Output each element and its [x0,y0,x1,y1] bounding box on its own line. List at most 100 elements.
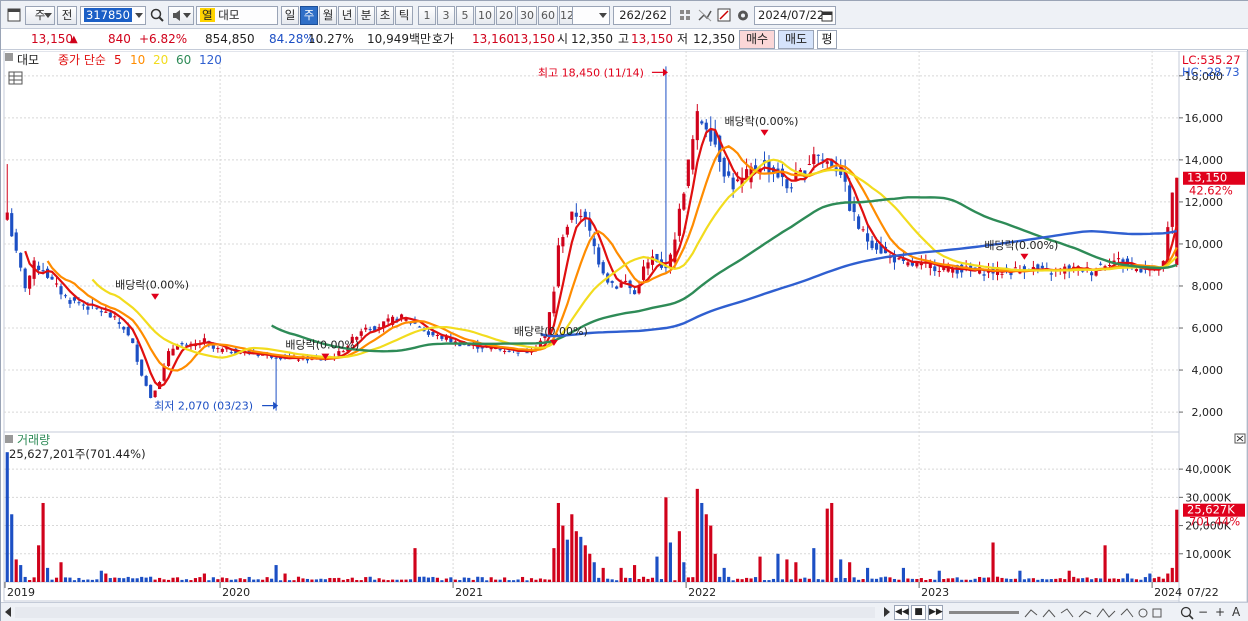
candle-body [95,307,99,309]
volume-bar [32,577,36,582]
volume-bar [758,556,762,582]
window-icon[interactable] [5,6,23,25]
candle-body [601,262,605,274]
volume-bar [122,578,126,582]
expand-icon[interactable] [696,6,714,25]
volume-bar [54,577,59,582]
count-input[interactable]: 262/262 [613,6,671,25]
volume-bar [512,580,516,582]
volume-bar [1143,577,1147,582]
scroll-left-icon[interactable] [5,607,11,617]
interval-button[interactable]: 30 [517,6,537,25]
table-icon [8,71,23,85]
speed-slider[interactable] [949,611,1019,614]
period-button[interactable]: 월 [319,6,337,25]
volume-bar [135,578,139,582]
magnifier-icon[interactable] [1179,605,1195,621]
volume-bar [19,565,23,582]
candle-body [852,203,856,213]
stock-code-input[interactable]: 317850 [80,6,146,25]
candle-body [704,122,708,130]
zoom-in-button[interactable]: + [1215,605,1225,620]
scroll-track[interactable] [15,607,875,618]
candle-body [1049,273,1053,275]
volume-bar [915,578,919,582]
speaker-select[interactable] [168,6,194,25]
candle-body [1099,263,1103,265]
volume-bar [762,580,767,582]
stop-icon[interactable]: ■ [911,605,926,620]
volume-bar [1099,578,1103,582]
volume-bar [310,579,314,582]
period-button[interactable]: 분 [357,6,375,25]
volume-bar [63,577,68,582]
market-type-select[interactable]: 주 [25,6,55,25]
volume-bar [659,579,664,582]
volume-bar [480,577,484,582]
trade-amount: 10,949백만 [367,32,432,46]
volume-bar [1045,579,1049,582]
legend-period-5: 5 [114,53,122,67]
interval-select[interactable] [572,6,610,25]
scale-hc-label: HC:-28.73 [1182,65,1240,79]
volume-bar [861,579,865,582]
sell-button[interactable]: 매도 [778,30,814,49]
interval-button[interactable]: 20 [496,6,516,25]
volume-bar [391,579,395,582]
volume-title: 거래량 [17,433,50,447]
edit-icon[interactable] [715,6,733,25]
volume-bar [964,579,968,582]
candle-body [37,265,41,270]
evaluate-button[interactable]: 평 [817,30,837,49]
candle-body [59,286,63,295]
volume-bar [991,542,995,582]
period-button[interactable]: 틱 [395,6,413,25]
prev-button[interactable]: 전 [57,6,77,25]
volume-bar [175,577,180,582]
date-input[interactable]: 2024/07/22 [754,6,836,25]
dividend-label: 배당락(0.00%) [514,325,588,338]
interval-button[interactable]: 10 [475,6,495,25]
zoom-out-button[interactable]: − [1198,605,1208,620]
candle-body [104,311,108,313]
volume-bar [1022,579,1026,582]
volume-bar [924,579,928,582]
period-button[interactable]: 일 [281,6,299,25]
rewind-icon[interactable]: ◀◀ [894,605,909,620]
chart-window: 주 전 317850 열 대모 일주월년분초틱 1 3 5 10 20 30 60 120 2… [0,0,1248,621]
scroll-right-icon[interactable] [884,607,890,617]
chart-canvas[interactable]: 2019 2020 2021 2022 2023 2024 07/22 2,000 4,000 6… [1,51,1248,602]
candle-body [81,304,85,306]
interval-button[interactable]: 1 [418,6,436,25]
volume-bar [955,577,959,582]
volume-bar [72,580,77,582]
legend-period-120: 120 [199,53,222,67]
volume-value: 854,850 [205,32,255,46]
legend-prefix: 종가 단순 [58,53,106,67]
volume-bar [1130,578,1134,582]
volume-bar [1116,578,1121,582]
grid-icon[interactable] [677,6,695,25]
interval-button[interactable]: 60 [538,6,558,25]
volume-bar [1170,567,1174,582]
drawing-tools-icons[interactable] [1023,605,1173,621]
interval-button[interactable]: 5 [456,6,474,25]
volume-bar [583,545,587,582]
interval-button[interactable]: 3 [437,6,455,25]
gear-icon[interactable] [734,6,752,25]
volume-bar [207,580,211,582]
fast-forward-icon[interactable]: ▶▶ [928,605,943,620]
candle-body [525,352,529,354]
period-button[interactable]: 주 [300,6,318,25]
period-button[interactable]: 초 [376,6,394,25]
volume-bar [368,576,372,582]
volume-bar [171,577,175,582]
period-button[interactable]: 년 [338,6,356,25]
stock-name-field[interactable]: 열 대모 [196,6,278,25]
search-icon[interactable] [148,6,166,25]
x-tick-label: 2023 [921,586,949,599]
buy-button[interactable]: 매수 [739,30,775,49]
calendar-icon [821,11,833,22]
volume-bar [319,578,323,582]
auto-scale-button[interactable]: A [1232,605,1240,620]
